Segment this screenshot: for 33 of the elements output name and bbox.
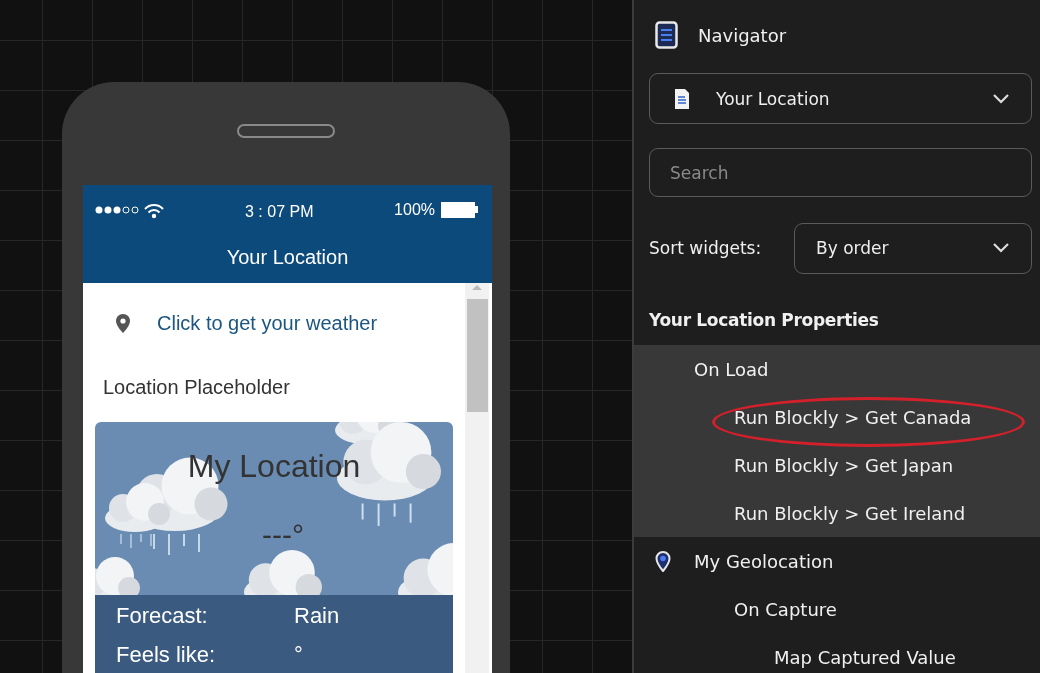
screen-title: Your Location — [226, 245, 349, 270]
signal-icon — [95, 205, 139, 215]
location-pin-icon — [655, 550, 671, 572]
detail-label: Forecast: — [116, 603, 209, 629]
chevron-down-icon — [993, 243, 1009, 253]
tree-item[interactable]: On Capture — [734, 598, 837, 620]
document-icon — [674, 87, 690, 110]
page-dropdown[interactable]: Your Location — [649, 73, 1032, 124]
chevron-down-icon — [993, 93, 1009, 104]
panel-title: Navigator — [698, 24, 787, 46]
navigator-list-icon — [655, 21, 678, 49]
temperature-value: ---° — [261, 517, 305, 553]
location-label: Location Placeholder — [103, 375, 291, 399]
tree-item[interactable]: Run Blockly > Get Ireland — [734, 502, 966, 524]
scroll-thumb[interactable] — [466, 299, 488, 412]
tree-item[interactable]: My Geolocation — [694, 550, 834, 572]
tree-item[interactable]: Run Blockly > Get Canada — [734, 406, 972, 428]
sort-label: Sort widgets: — [649, 238, 762, 258]
battery-icon — [441, 202, 478, 218]
location-pin-icon — [116, 313, 130, 333]
wifi-icon — [143, 201, 165, 219]
tree-item[interactable]: Map Captured Value — [774, 646, 956, 668]
tree-item[interactable]: Run Blockly > Get Japan — [734, 454, 954, 476]
detail-value: Rain — [294, 603, 340, 629]
get-weather-link[interactable]: Click to get your weather — [157, 311, 378, 335]
tree-item[interactable]: On Load — [694, 358, 769, 380]
search-field[interactable]: Search — [649, 148, 1032, 197]
status-time: 3 : 07 PM — [245, 202, 315, 221]
sort-dropdown[interactable]: By order — [794, 222, 1032, 274]
detail-label: Feels like: — [116, 642, 217, 668]
properties-heading: Your Location Properties — [649, 309, 880, 332]
detail-value: ° — [294, 642, 303, 668]
battery-percent: 100% — [394, 201, 435, 219]
